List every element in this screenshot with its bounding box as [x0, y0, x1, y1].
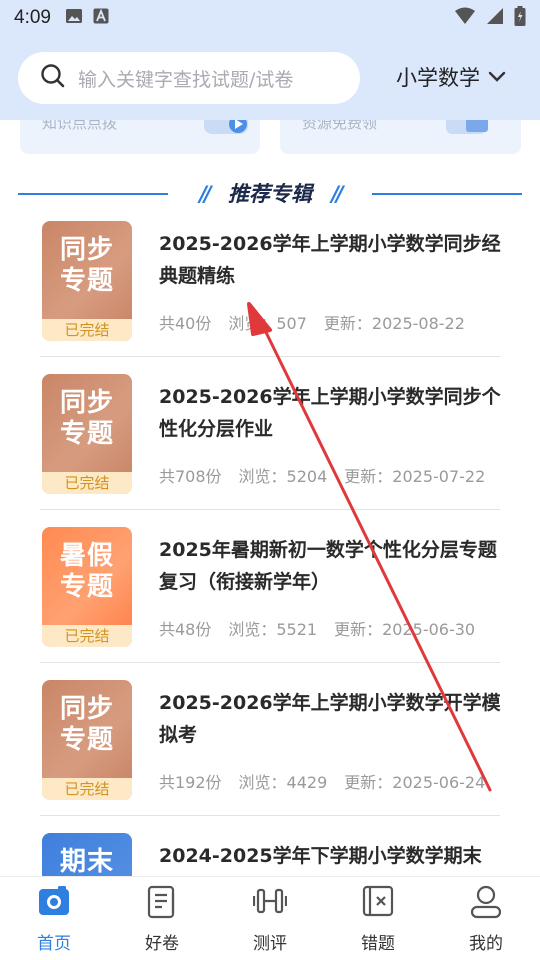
album-status-badge: 已完结: [42, 319, 132, 341]
album-updated: 更新：2025-07-22: [344, 467, 486, 486]
search-icon: [40, 63, 66, 93]
nav-profile[interactable]: 我的: [432, 877, 540, 960]
image-icon: [65, 8, 83, 28]
feature-card-knowledge[interactable]: 知识点点拨: [20, 120, 260, 154]
subject-dropdown[interactable]: 小学数学: [396, 62, 506, 92]
album-count: 共48份: [159, 620, 212, 639]
nav-label: 我的: [469, 934, 503, 954]
header: 输入关键字查找试题/试卷 小学数学: [0, 36, 540, 120]
cover-line: 专题: [59, 266, 114, 296]
status-icons: [454, 6, 526, 30]
wifi-icon: [454, 7, 476, 29]
nav-label: 首页: [37, 934, 71, 954]
status-time: 4:09: [14, 7, 51, 28]
album-title[interactable]: 2025-2026学年上学期小学数学同步个性化分层作业: [159, 381, 504, 445]
album-item[interactable]: 暑假 专题 已完结 2025年暑期新初一数学个性化分层专题复习（衔接新学年） 共…: [40, 510, 500, 663]
album-status-badge: 已完结: [42, 472, 132, 494]
feature-card-caption: 资源免费领: [302, 120, 378, 132]
album-views: 浏览：5521: [228, 620, 318, 639]
search-bar[interactable]: 输入关键字查找试题/试卷: [18, 52, 360, 104]
album-cover-tag: 同步 专题: [42, 235, 132, 297]
user-icon: [470, 885, 502, 919]
battery-icon: [514, 6, 526, 30]
album-count: 共708份: [159, 467, 222, 486]
bottom-nav: 首页 好卷 测评 错题 我的: [0, 876, 540, 960]
cover-line: 专题: [59, 572, 114, 602]
nav-label: 错题: [361, 934, 395, 954]
album-item[interactable]: 同步 专题 已完结 2025-2026学年上学期小学数学开学模拟考 共192份 …: [40, 663, 501, 816]
gift-icon: [442, 120, 496, 140]
slash-decoration-icon: //: [199, 182, 211, 206]
album-views: 浏览：4429: [238, 773, 328, 792]
document-icon: [147, 885, 175, 919]
album-title[interactable]: 2024-2025学年下学期小学数学期末: [159, 840, 504, 872]
nav-label: 测评: [253, 934, 287, 954]
album-cover-tag: 同步 专题: [42, 388, 132, 450]
cover-line: 同步: [59, 694, 114, 724]
camera-icon: [39, 886, 69, 915]
signal-icon: [486, 7, 504, 29]
nav-mistakes[interactable]: 错题: [324, 877, 432, 960]
album-cover-tag: 期末: [42, 847, 132, 878]
album-cover: 暑假 专题 已完结: [42, 527, 132, 647]
feature-cards: 知识点点拨 资源免费领: [0, 120, 540, 154]
slash-decoration-icon: //: [331, 182, 343, 206]
album-title[interactable]: 2025-2026学年上学期小学数学开学模拟考: [159, 687, 504, 751]
cover-line: 专题: [59, 419, 114, 449]
cover-line: 同步: [59, 235, 114, 265]
album-cover-tag: 暑假 专题: [42, 541, 132, 603]
album-views: 浏览：507: [228, 314, 307, 333]
album-title[interactable]: 2025年暑期新初一数学个性化分层专题复习（衔接新学年）: [159, 534, 504, 598]
album-cover: 同步 专题 已完结: [42, 680, 132, 800]
nav-home[interactable]: 首页: [0, 877, 108, 960]
status-bar: 4:09: [0, 0, 540, 36]
wrong-question-icon: [362, 885, 394, 917]
dumbbell-icon: [253, 888, 287, 914]
section-title-text: 推荐专辑: [228, 182, 312, 206]
chevron-down-icon: [488, 71, 506, 82]
cover-line: 期末: [59, 847, 114, 877]
album-updated: 更新：2025-08-22: [323, 314, 465, 333]
play-icon: [202, 120, 252, 140]
cover-line: 同步: [59, 388, 114, 418]
cover-line: 专题: [59, 725, 114, 755]
album-count: 共40份: [159, 314, 212, 333]
cover-line: 暑假: [59, 541, 114, 571]
album-status-badge: 已完结: [42, 778, 132, 800]
nav-papers[interactable]: 好卷: [108, 877, 216, 960]
album-updated: 更新：2025-06-24: [344, 773, 486, 792]
album-meta: 共708份 浏览：5204 更新：2025-07-22: [159, 463, 504, 487]
subject-label[interactable]: 小学数学: [396, 62, 480, 92]
album-status-badge: 已完结: [42, 625, 132, 647]
font-a-icon: [93, 8, 109, 28]
album-views: 浏览：5204: [238, 467, 328, 486]
nav-label: 好卷: [145, 934, 179, 954]
album-cover: 同步 专题 已完结: [42, 221, 132, 341]
album-item[interactable]: 同步 专题 已完结 2025-2026学年上学期小学数学同步个性化分层作业 共7…: [40, 357, 501, 510]
app-screen: 4:09 输入关键字查找试题/试卷 小学数学 知识点点拨 资源免费领 // 推荐…: [0, 0, 540, 960]
album-title[interactable]: 2025-2026学年上学期小学数学同步经典题精练: [159, 228, 504, 292]
album-meta: 共192份 浏览：4429 更新：2025-06-24: [159, 769, 504, 793]
album-cover-tag: 同步 专题: [42, 694, 132, 756]
feature-card-caption: 知识点点拨: [42, 120, 118, 132]
album-item[interactable]: 同步 专题 已完结 2025-2026学年上学期小学数学同步经典题精练 共40份…: [40, 204, 501, 357]
album-count: 共192份: [159, 773, 222, 792]
album-updated: 更新：2025-06-30: [334, 620, 476, 639]
nav-assessment[interactable]: 测评: [216, 877, 324, 960]
album-cover: 同步 专题 已完结: [42, 374, 132, 494]
album-meta: 共48份 浏览：5521 更新：2025-06-30: [159, 616, 504, 640]
album-meta: 共40份 浏览：507 更新：2025-08-22: [159, 310, 504, 334]
feature-card-resources[interactable]: 资源免费领: [280, 120, 521, 154]
search-placeholder[interactable]: 输入关键字查找试题/试卷: [78, 65, 293, 92]
